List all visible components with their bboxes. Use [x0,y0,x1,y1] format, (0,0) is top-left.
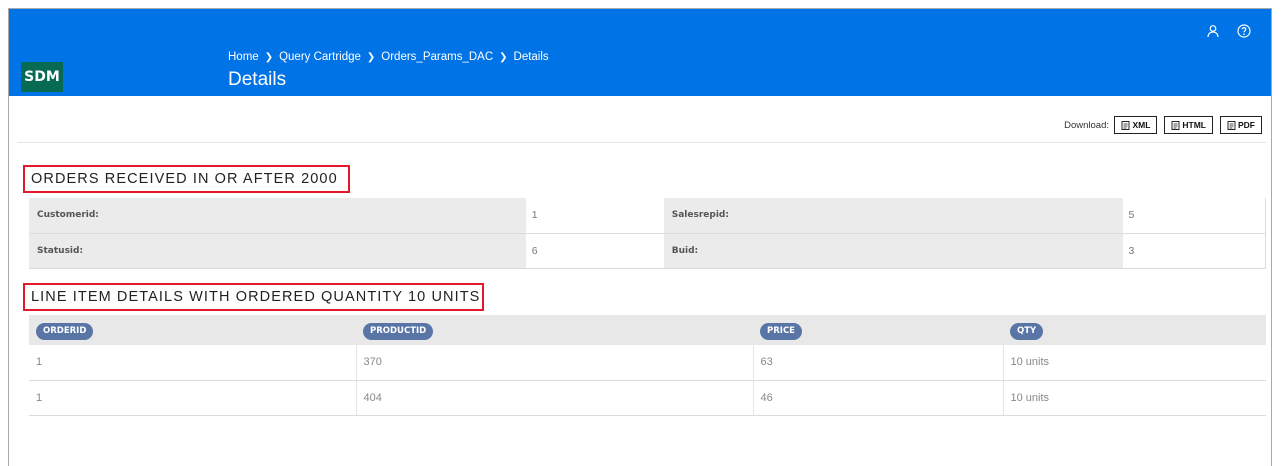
header-icons [1206,24,1251,38]
column-header-label: QTY [1010,323,1044,340]
field-value: 6 [525,233,664,269]
breadcrumb-orders-params-dac[interactable]: Orders_Params_DAC [381,51,493,63]
table-row: 1 370 63 10 units [29,345,1266,381]
column-header-productid[interactable]: PRODUCTID [356,315,753,345]
order-summary-table: Customerid: 1 Salesrepid: 5 Statusid: 6 … [29,198,1266,269]
section-title-orders: ORDERS RECEIVED IN OR AFTER 2000 [23,165,350,193]
table-row: 1 404 46 10 units [29,380,1266,416]
breadcrumb-query-cartridge[interactable]: Query Cartridge [279,51,361,63]
download-xml-button[interactable]: XML [1114,116,1158,134]
table-cell: 46 [753,380,1004,416]
app-frame: SDM Home ❯ Query Cartridge ❯ Orders_Para… [8,8,1272,466]
field-label: Customerid: [29,198,526,234]
download-html-label: HTML [1182,120,1206,130]
table-cell: 10 units [1003,380,1266,416]
table-cell: 10 units [1003,345,1266,381]
breadcrumb-home[interactable]: Home [228,51,259,63]
chevron-right-icon: ❯ [264,51,274,63]
column-header-label: PRODUCTID [363,323,434,340]
table-cell: 370 [356,345,754,381]
table-cell: 404 [356,380,754,416]
app-header: SDM Home ❯ Query Cartridge ❯ Orders_Para… [9,9,1271,96]
column-header-label: PRICE [760,323,802,340]
field-value: 3 [1122,233,1266,269]
field-value: 5 [1122,198,1266,234]
download-html-button[interactable]: HTML [1164,116,1213,134]
table-row: Statusid: 6 Buid: 3 [29,233,1266,269]
column-header-qty[interactable]: QTY [1003,315,1266,345]
table-row: Customerid: 1 Salesrepid: 5 [29,198,1266,234]
breadcrumb-details: Details [513,51,549,63]
download-buttons: XML HTML PDF [1114,116,1262,134]
section-title-line-items: LINE ITEM DETAILS WITH ORDERED QUANTITY … [23,283,484,311]
chevron-right-icon: ❯ [499,51,508,63]
field-label: Buid: [663,233,1123,269]
download-pdf-label: PDF [1238,120,1255,130]
download-xml-label: XML [1132,120,1151,130]
xml-file-icon [1121,120,1130,130]
field-value: 1 [525,198,664,234]
field-label: Statusid: [29,233,526,269]
chevron-right-icon: ❯ [366,51,376,63]
download-toolbar: Download: XML HTML PDF [17,108,1266,143]
breadcrumb: Home ❯ Query Cartridge ❯ Orders_Params_D… [228,51,549,63]
table-cell: 1 [29,380,357,416]
table-header-row: ORDERID PRODUCTID PRICE QTY [29,315,1266,345]
sdm-logo: SDM [21,62,63,92]
download-label: Download: [1064,120,1109,131]
download-pdf-button[interactable]: PDF [1220,116,1262,134]
page-title: Details [228,69,287,90]
pdf-file-icon [1227,120,1236,130]
html-file-icon [1171,120,1180,130]
field-label: Salesrepid: [663,198,1123,234]
help-icon[interactable] [1237,24,1251,38]
column-header-price[interactable]: PRICE [753,315,1003,345]
column-header-orderid[interactable]: ORDERID [29,315,356,345]
column-header-label: ORDERID [36,323,94,340]
table-cell: 1 [29,345,357,381]
table-cell: 63 [753,345,1004,381]
user-icon[interactable] [1206,24,1220,38]
line-items-table: ORDERID PRODUCTID PRICE QTY 1 370 63 10 … [29,315,1266,416]
